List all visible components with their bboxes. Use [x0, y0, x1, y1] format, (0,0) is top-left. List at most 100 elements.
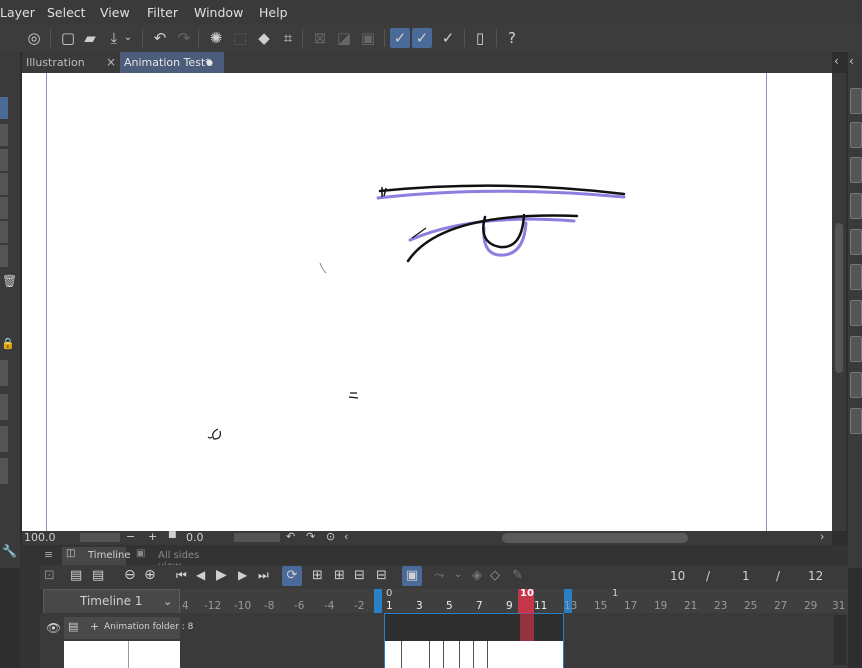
save-icon[interactable]: ⤓	[104, 28, 124, 48]
zoom-in-icon[interactable]: +	[148, 530, 157, 543]
left-panel-item[interactable]	[0, 426, 8, 452]
vertical-scrollbar[interactable]	[832, 73, 846, 531]
selection-border-icon[interactable]: ▣	[358, 28, 378, 48]
right-panel-item[interactable]	[850, 300, 862, 326]
wrench-icon[interactable]: 🔧	[2, 544, 17, 558]
left-panel-item[interactable]	[0, 221, 8, 243]
left-panel-item[interactable]	[0, 173, 8, 195]
smartphone-icon[interactable]: ▯	[470, 28, 490, 48]
left-panel-item[interactable]	[0, 360, 8, 386]
pen-edit-icon[interactable]: ✓	[390, 28, 410, 48]
zoom-out-icon[interactable]: −	[126, 530, 135, 543]
fill-outside-icon[interactable]: ◪	[334, 28, 354, 48]
zoom-in-icon[interactable]: ⊕	[144, 567, 156, 583]
chevron-left-icon[interactable]: ‹	[849, 54, 854, 68]
start-marker[interactable]	[374, 589, 382, 613]
right-panel-item[interactable]	[850, 88, 862, 114]
left-panel-item[interactable]	[0, 149, 8, 171]
crop-icon[interactable]: ⌗	[278, 28, 298, 48]
rotate-slider[interactable]	[234, 533, 280, 542]
menu-select[interactable]: Select	[47, 5, 86, 20]
open-folder-icon[interactable]: ▰	[80, 28, 100, 48]
menu-window[interactable]: Window	[194, 5, 243, 20]
horizontal-scroll-thumb[interactable]	[502, 533, 688, 543]
timeline-select[interactable]: Timeline 1 ⌄	[43, 589, 180, 614]
chevron-right-icon[interactable]: ›	[820, 530, 824, 543]
cel-thumbnails[interactable]	[385, 641, 563, 668]
reset-rotation-icon[interactable]: ⊙	[326, 530, 335, 543]
left-panel-item[interactable]	[0, 124, 8, 146]
onion-skin-icon[interactable]: ▣	[402, 566, 422, 586]
help-icon[interactable]: ?	[502, 28, 522, 48]
clear-icon[interactable]: ⊠	[310, 28, 330, 48]
right-panel-item[interactable]	[850, 336, 862, 362]
new-cel-icon[interactable]: ⊞	[312, 568, 323, 583]
left-panel-item[interactable]	[0, 394, 8, 420]
tab-timeline[interactable]: ◫ Timeline	[62, 547, 131, 565]
start-frame[interactable]: 1	[742, 569, 750, 583]
timeline-settings-icon[interactable]: ▤	[70, 568, 82, 583]
transform-icon[interactable]: ⬚	[230, 28, 250, 48]
edit-cel-icon[interactable]: ⊟	[376, 568, 387, 583]
right-panel-item[interactable]	[850, 157, 862, 183]
new-canvas-icon[interactable]: ▢	[58, 28, 78, 48]
zoom-value[interactable]: 100.0	[24, 531, 56, 544]
frame-ruler[interactable]: 0 10 1 4 -12 -10 -8 -6 -4 -2 1 3 5 7 9 1…	[180, 588, 848, 613]
loading-icon[interactable]: ✺	[206, 28, 226, 48]
tween-icon[interactable]: ⤳	[434, 568, 444, 583]
tab-all-sides-view[interactable]: ▣ All sides view	[130, 547, 220, 572]
pen-curve-icon[interactable]: ✓	[412, 28, 432, 48]
chevron-down-icon[interactable]: ⌄	[454, 569, 462, 580]
right-panel-item[interactable]	[850, 264, 862, 290]
fit-icon[interactable]: ■	[168, 530, 177, 540]
current-frame[interactable]: 10	[670, 569, 685, 583]
left-panel-item[interactable]	[0, 197, 8, 219]
trash-icon[interactable]: 🗑	[2, 274, 17, 288]
menu-view[interactable]: View	[100, 5, 130, 20]
left-panel-item[interactable]	[0, 245, 8, 267]
right-panel-item[interactable]	[850, 122, 862, 148]
rotate-right-icon[interactable]: ↷	[306, 530, 315, 543]
right-panel-item[interactable]	[850, 229, 862, 255]
tab-illustration[interactable]: Illustration ×	[22, 52, 124, 73]
close-icon[interactable]: ×	[106, 52, 116, 73]
timeline-new-icon[interactable]: ⊡	[44, 568, 55, 583]
rotate-left-icon[interactable]: ↶	[286, 530, 295, 543]
redo-icon[interactable]: ↷	[174, 28, 194, 48]
timeline-edit-icon[interactable]: ▤	[92, 568, 104, 583]
chevron-down-icon[interactable]: ⌄	[122, 28, 134, 48]
chevron-left-icon[interactable]: ‹	[834, 54, 839, 68]
modified-dot-icon[interactable]: ●	[206, 52, 213, 73]
right-panel-item[interactable]	[850, 372, 862, 398]
scroll-thumb[interactable]	[835, 223, 843, 373]
canvas[interactable]	[22, 73, 832, 531]
first-frame-icon[interactable]: ⏮	[176, 568, 187, 583]
specify-cel-icon[interactable]: ⊞	[334, 568, 345, 583]
delete-cel-icon[interactable]: ⊟	[354, 568, 365, 583]
clip-studio-icon[interactable]: ◎	[24, 28, 44, 48]
zoom-out-icon[interactable]: ⊖	[124, 567, 136, 583]
last-frame-icon[interactable]: ⏭	[258, 568, 269, 583]
play-icon[interactable]: ▶	[216, 567, 227, 583]
chevron-left-icon[interactable]: ‹	[344, 530, 348, 543]
menu-layer[interactable]: Layer	[0, 5, 35, 20]
loop-icon[interactable]: ⟳	[282, 566, 302, 586]
fill-icon[interactable]: ◆	[254, 28, 274, 48]
menu-filter[interactable]: Filter	[147, 5, 178, 20]
eye-icon[interactable]: 👁	[46, 621, 61, 635]
angle-value[interactable]: 0.0	[186, 531, 204, 544]
end-frame[interactable]: 12	[808, 569, 823, 583]
tab-animation-test[interactable]: Animation Test* ●	[120, 52, 224, 73]
expand-icon[interactable]: +	[90, 620, 99, 633]
right-panel-item[interactable]	[850, 193, 862, 219]
left-panel-item[interactable]	[0, 458, 8, 484]
keyframe-icon[interactable]: ◈	[472, 568, 482, 583]
zoom-slider[interactable]	[80, 533, 120, 542]
track-header[interactable]: ▤ + Animation folder : 8	[64, 617, 193, 639]
pen-icon[interactable]: ✎	[512, 568, 523, 583]
left-panel-item[interactable]	[0, 97, 8, 119]
drawing-surface[interactable]	[22, 73, 832, 531]
undo-icon[interactable]: ↶	[150, 28, 170, 48]
lock-icon[interactable]: 🔒	[1, 337, 15, 351]
right-panel-item[interactable]	[850, 408, 862, 434]
